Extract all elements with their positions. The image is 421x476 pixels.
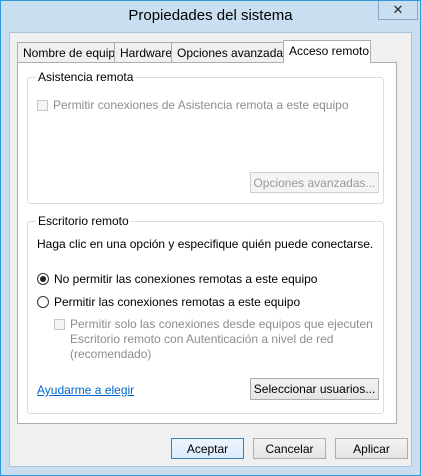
remote-desktop-group: Escritorio remoto Haga clic en una opció… — [27, 214, 384, 414]
system-properties-window: Propiedades del sistema ✕ Nombre de equi… — [0, 0, 421, 476]
remote-desktop-instructions: Haga clic en una opción y especifique qu… — [37, 237, 374, 251]
cancel-button[interactable]: Cancelar — [253, 438, 326, 459]
allow-remote-radio-row[interactable]: Permitir las conexiones remotas a este e… — [37, 295, 300, 309]
close-icon: ✕ — [392, 2, 404, 17]
title-bar[interactable]: Propiedades del sistema ✕ — [1, 1, 420, 32]
nla-checkbox-row[interactable]: Permitir solo las conexiones desde equip… — [54, 317, 373, 362]
close-button[interactable]: ✕ — [378, 1, 418, 20]
remote-desktop-legend: Escritorio remoto — [36, 214, 131, 228]
deny-remote-radio-row[interactable]: No permitir las conexiones remotas a est… — [37, 272, 317, 286]
nla-checkbox[interactable] — [54, 319, 65, 330]
allow-remote-assistance-checkbox-row[interactable]: Permitir conexiones de Asistencia remota… — [37, 98, 349, 112]
window-title: Propiedades del sistema — [128, 7, 293, 24]
help-me-choose-link[interactable]: Ayudarme a elegir — [37, 383, 134, 397]
tab-panel-acceso-remoto: Asistencia remota Permitir conexiones de… — [17, 62, 397, 424]
apply-button[interactable]: Aplicar — [335, 438, 408, 459]
deny-remote-radio[interactable] — [37, 273, 49, 285]
allow-remote-assistance-label: Permitir conexiones de Asistencia remota… — [53, 98, 349, 112]
tab-opciones-avanzadas[interactable]: Opciones avanzadas — [171, 42, 289, 62]
allow-remote-radio[interactable] — [37, 296, 49, 308]
advanced-options-button[interactable]: Opciones avanzadas... — [250, 172, 379, 193]
nla-label-line-1: Permitir solo las conexiones desde equip… — [70, 317, 373, 331]
tab-hardware[interactable]: Hardware — [114, 42, 172, 62]
remote-assistance-group: Asistencia remota Permitir conexiones de… — [27, 70, 384, 204]
allow-remote-label: Permitir las conexiones remotas a este e… — [54, 295, 301, 309]
nla-label-line-2: Escritorio remoto con Autenticación a ni… — [70, 332, 334, 346]
nla-label-line-3: (recomendado) — [70, 347, 152, 361]
tab-acceso-remoto[interactable]: Acceso remoto — [283, 40, 371, 63]
dialog-body: Nombre de equipo Hardware Opciones avanz… — [9, 32, 412, 467]
ok-button[interactable]: Aceptar — [171, 438, 244, 459]
allow-remote-assistance-checkbox[interactable] — [37, 99, 48, 111]
select-users-button[interactable]: Seleccionar usuarios... — [250, 378, 379, 400]
deny-remote-label: No permitir las conexiones remotas a est… — [54, 272, 318, 286]
remote-assistance-legend: Asistencia remota — [36, 70, 136, 84]
tab-nombre-de-equipo[interactable]: Nombre de equipo — [17, 42, 122, 62]
